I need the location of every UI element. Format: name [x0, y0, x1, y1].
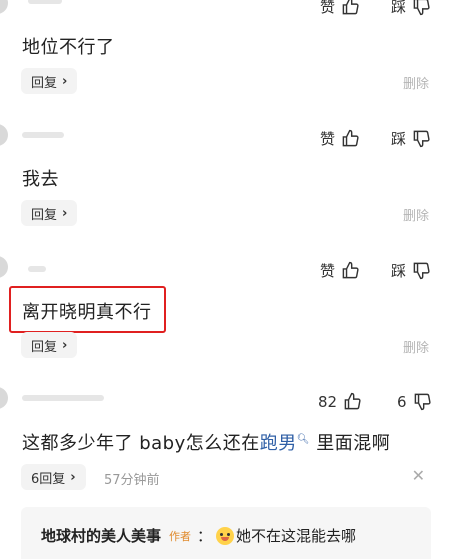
reply-button[interactable]: 回复 ›: [21, 68, 78, 94]
thumbs-down-icon: [413, 0, 430, 16]
sub-reply-line: 地球村的美人美事 作者 ： 她不在这混能去哪: [41, 525, 356, 546]
expand-replies-button[interactable]: 6回复 ›: [21, 464, 86, 490]
like-button[interactable]: 82: [318, 392, 362, 411]
dislike-label: 踩: [391, 130, 407, 148]
comment-text-start: 这都多少年了 baby怎么还在: [22, 433, 260, 454]
timestamp: 57分钟前: [104, 473, 160, 488]
dislike-count: 6: [397, 392, 407, 411]
username-blurred[interactable]: [28, 0, 62, 4]
dislike-label: 踩: [391, 262, 407, 280]
avatar[interactable]: [0, 124, 8, 146]
delete-button[interactable]: 删除: [403, 337, 429, 356]
avatar[interactable]: [0, 256, 8, 278]
reply-button[interactable]: 回复 ›: [21, 200, 78, 226]
thumbs-down-icon: [413, 262, 430, 280]
comment-text: 我去: [22, 169, 59, 190]
like-label: 赞: [320, 130, 336, 148]
reply-button[interactable]: 回复 ›: [21, 332, 78, 358]
dislike-button[interactable]: 踩: [391, 128, 431, 149]
username-blurred[interactable]: [22, 395, 104, 401]
thumbs-up-icon: [342, 0, 359, 15]
delete-button[interactable]: 删除: [403, 73, 429, 92]
comment-text: 这都多少年了 baby怎么还在跑男🔍︎ 里面混啊: [22, 429, 390, 455]
avatar[interactable]: [0, 387, 8, 409]
chevron-right-icon: ›: [70, 469, 76, 485]
reply-label: 回复: [31, 75, 58, 91]
dislike-button[interactable]: 踩: [391, 0, 431, 17]
like-label: 赞: [320, 0, 336, 16]
dislike-button[interactable]: 踩: [391, 260, 431, 281]
delete-button[interactable]: 删除: [403, 205, 429, 224]
close-icon[interactable]: ✕: [412, 466, 425, 485]
chevron-right-icon: ›: [62, 73, 68, 89]
dislike-label: 踩: [391, 0, 407, 16]
sub-reply[interactable]: 地球村的美人美事 作者 ： 她不在这混能去哪: [21, 507, 431, 559]
topic-link[interactable]: 跑男: [260, 433, 297, 454]
reply-label: 回复: [31, 207, 58, 223]
sub-reply-text: 她不在这混能去哪: [236, 527, 357, 545]
like-button[interactable]: 赞: [320, 260, 360, 281]
author-badge: 作者: [169, 529, 192, 543]
thumbs-up-icon: [342, 261, 359, 279]
reply-count-label: 6回复: [31, 471, 66, 487]
avatar[interactable]: [0, 0, 8, 14]
thumbs-down-icon: [414, 393, 431, 411]
chevron-right-icon: ›: [62, 205, 68, 221]
username-blurred[interactable]: [28, 266, 46, 272]
like-count: 82: [318, 392, 338, 411]
thumbs-down-icon: [413, 130, 430, 148]
dislike-button[interactable]: 6: [397, 392, 432, 411]
comment-text-end: 里面混啊: [309, 433, 391, 454]
chevron-right-icon: ›: [62, 337, 68, 353]
comment-text: 离开晓明真不行: [22, 302, 152, 323]
search-icon[interactable]: 🔍︎: [297, 434, 310, 445]
like-label: 赞: [320, 262, 336, 280]
reply-label: 回复: [31, 339, 58, 355]
separator: ：: [197, 527, 213, 545]
like-button[interactable]: 赞: [320, 0, 360, 17]
laughing-emoji-icon: [216, 526, 235, 545]
thumbs-up-icon: [342, 129, 359, 147]
thumbs-up-icon: [344, 392, 361, 410]
sub-reply-author[interactable]: 地球村的美人美事: [41, 525, 161, 546]
username-blurred[interactable]: [22, 132, 64, 138]
comment-text: 地位不行了: [22, 37, 115, 58]
like-button[interactable]: 赞: [320, 128, 360, 149]
